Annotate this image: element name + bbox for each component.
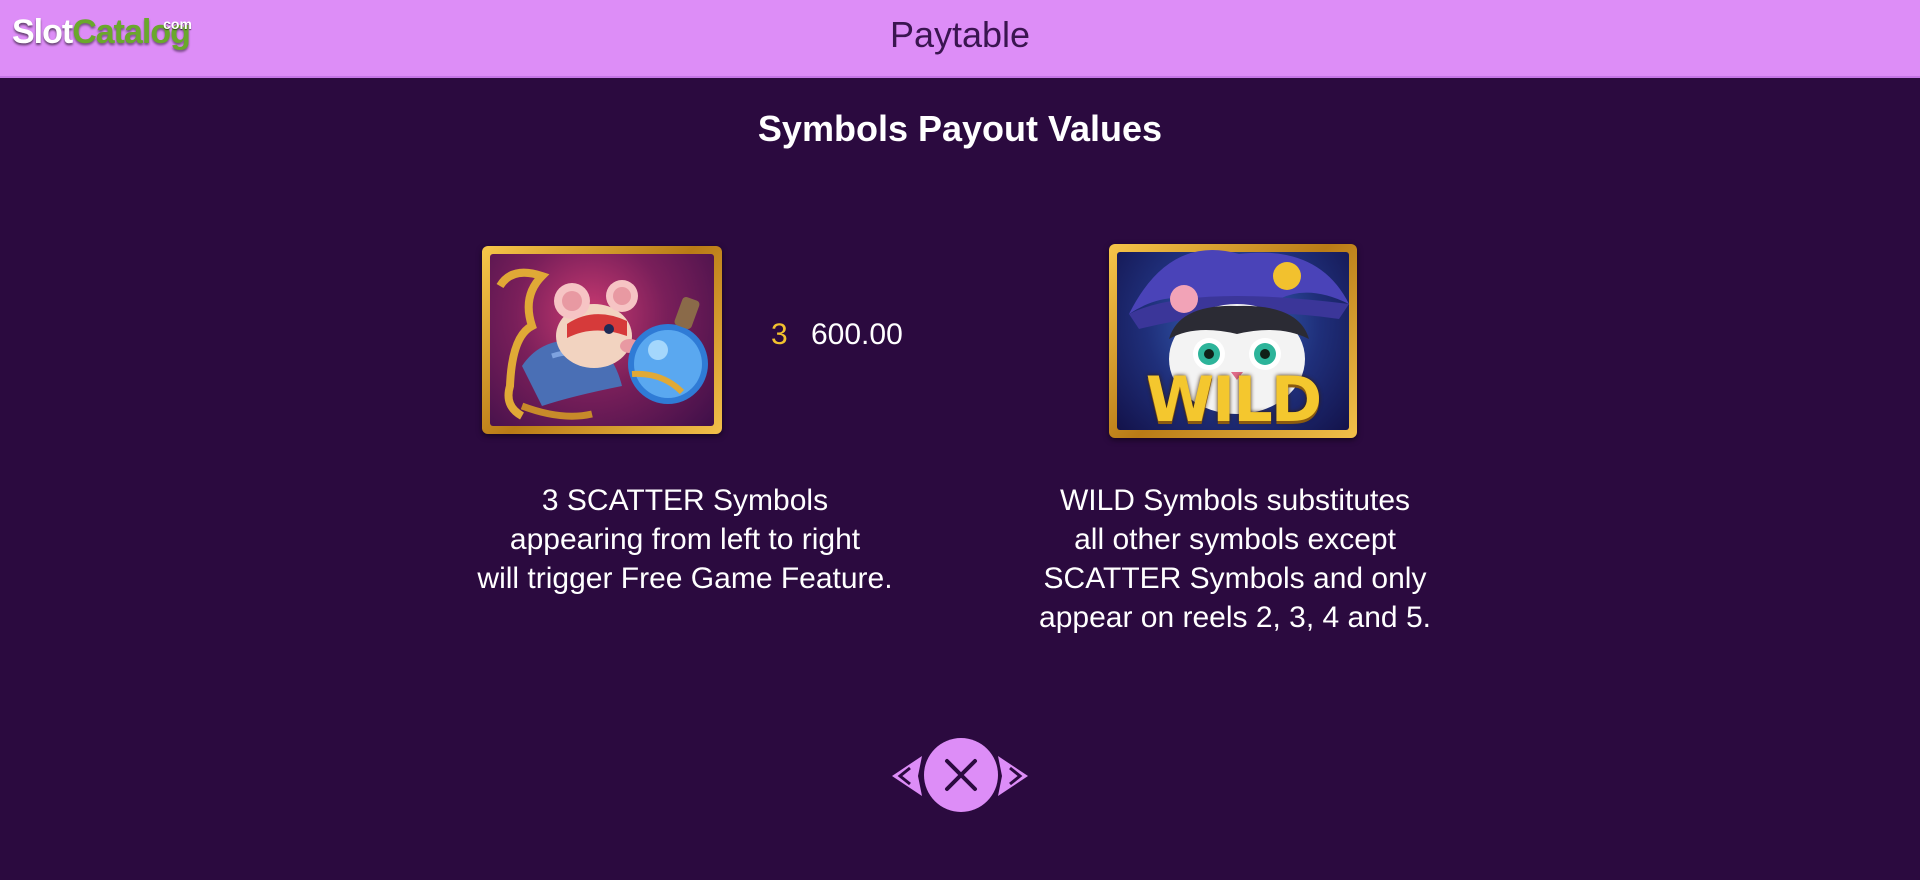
wild-description: WILD Symbols substitutes all other symbo… [985,481,1485,637]
paytable-navigation [886,738,1034,814]
page-title: Paytable [889,14,1031,55]
wild-banner: WILD [1145,363,1322,436]
close-icon [945,759,977,791]
wild-description-line: SCATTER Symbols and only [1043,562,1427,595]
header-bar: SlotCatalog com Paytable [0,0,1920,78]
wild-description-line: appear on reels 2, 3, 4 and 5. [1039,601,1431,634]
scatter-symbol-image [482,246,722,434]
scatter-description-line: appearing from left to right [509,523,861,556]
scatter-description: 3 SCATTER Symbols appearing from left to… [435,481,935,598]
scatter-description-line: will trigger Free Game Feature. [477,562,893,595]
close-button[interactable] [924,738,998,812]
scatter-payout-value: 600.00 [811,318,903,351]
wild-description-line: WILD Symbols substitutes [1059,484,1411,517]
scatter-description-line: 3 SCATTER Symbols [541,484,829,517]
wild-description-line: all other symbols except [1074,523,1396,556]
scatter-payout-count: 3 [771,318,788,351]
mouse-wizard-icon [496,268,708,420]
wild-symbol-image: WILD [1109,244,1357,438]
section-title: Symbols Payout Values [757,108,1163,149]
chevron-left-icon[interactable] [888,754,924,798]
chevron-right-icon[interactable] [996,754,1032,798]
